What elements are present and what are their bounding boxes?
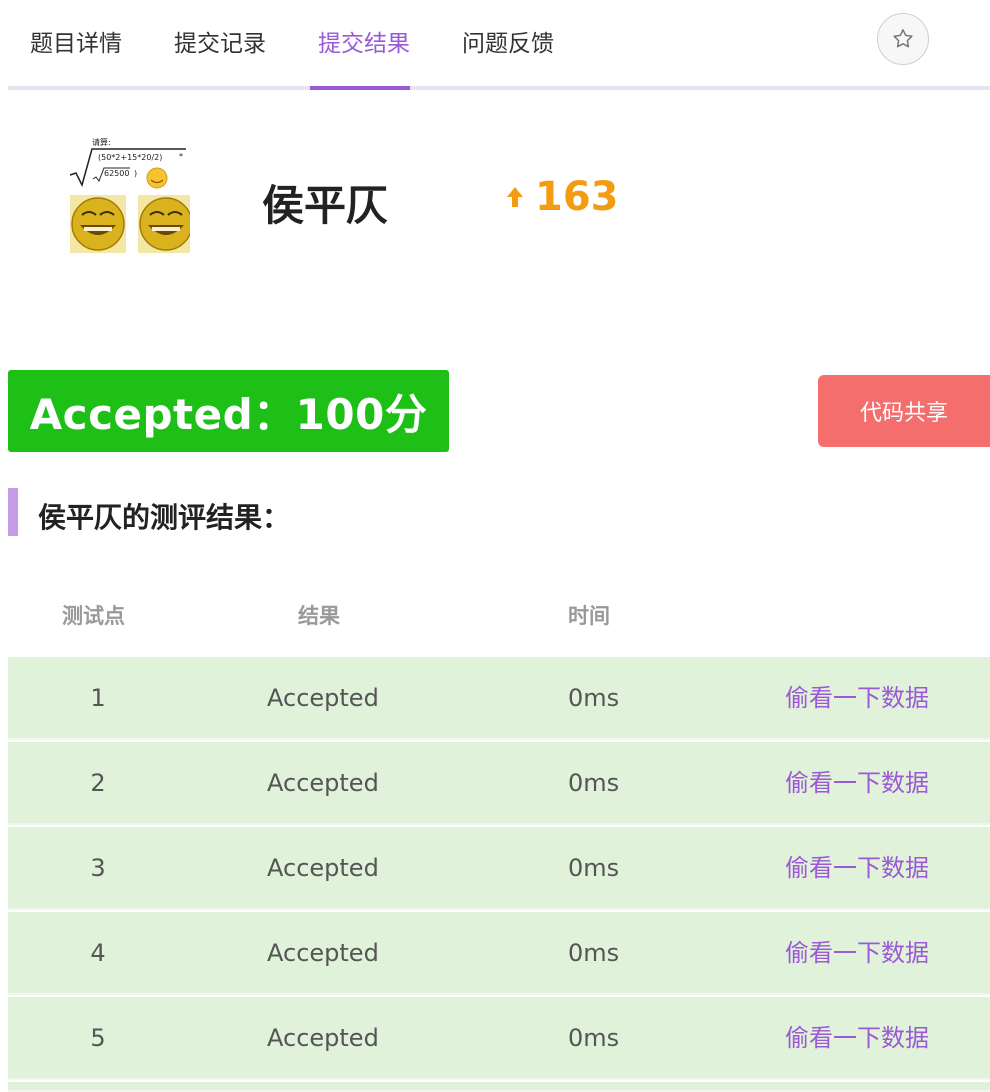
view-data-link[interactable]: 偷看一下数据 [785,912,929,995]
avatar-formula: (50*2+15*20/2) [98,153,162,162]
table-row: 5 Accepted 0ms 偷看一下数据 [8,997,990,1080]
test-result: Accepted [267,684,379,712]
test-point-number: 1 [90,684,106,712]
username: 侯平仄 [262,181,389,230]
test-point-number: 3 [90,854,106,882]
column-header-result: 结果 [298,604,340,628]
table-row: 2 Accepted 0ms 偷看一下数据 [8,742,990,825]
test-result: Accepted [267,769,379,797]
star-icon [893,29,913,48]
view-data-link[interactable]: 偷看一下数据 [785,657,929,740]
test-point-number: 4 [90,939,106,967]
score-change: 163 [505,174,619,220]
avatar-caption: 请算: [92,137,111,147]
svg-text:*: * [179,152,183,161]
view-data-link[interactable]: 偷看一下数据 [785,742,929,825]
share-code-button[interactable]: 代码共享 [818,375,990,447]
view-data-link[interactable]: 偷看一下数据 [785,827,929,910]
column-header-time: 时间 [568,604,610,628]
column-header-test-point: 测试点 [62,604,125,628]
test-result: Accepted [267,854,379,882]
arrow-up-icon [507,187,523,207]
table-row: 3 Accepted 0ms 偷看一下数据 [8,827,990,910]
tab-feedback[interactable]: 问题反馈 [462,28,554,90]
test-point-number: 5 [90,1024,106,1052]
score-value: 163 [535,174,619,220]
test-point-number: 2 [90,769,106,797]
avatar-number: 62500 [104,169,129,178]
test-time: 0ms [568,1024,620,1052]
table-row: 1 Accepted 0ms 偷看一下数据 [8,657,990,740]
view-data-link[interactable]: 偷看一下数据 [785,997,929,1080]
result-banner: Accepted：100分 [8,370,449,452]
tab-submission-result[interactable]: 提交结果 [318,28,410,90]
test-time: 0ms [568,854,620,882]
svg-text:): ) [134,169,137,178]
test-time: 0ms [568,939,620,967]
test-result: Accepted [267,1024,379,1052]
table-row: 4 Accepted 0ms 偷看一下数据 [8,912,990,995]
active-tab-indicator [310,86,410,90]
test-time: 0ms [568,769,620,797]
tab-submission-records[interactable]: 提交记录 [174,28,266,90]
section-title: 侯平仄的测评结果： [38,501,291,534]
user-avatar: 请算: (50*2+15*20/2) * 62500 ) [69,137,190,253]
section-accent-bar [8,488,18,536]
test-time: 0ms [568,684,620,712]
test-result: Accepted [267,939,379,967]
tab-problem-details[interactable]: 题目详情 [30,28,122,90]
table-row-partial [8,1082,990,1092]
favorite-button[interactable] [877,13,929,65]
